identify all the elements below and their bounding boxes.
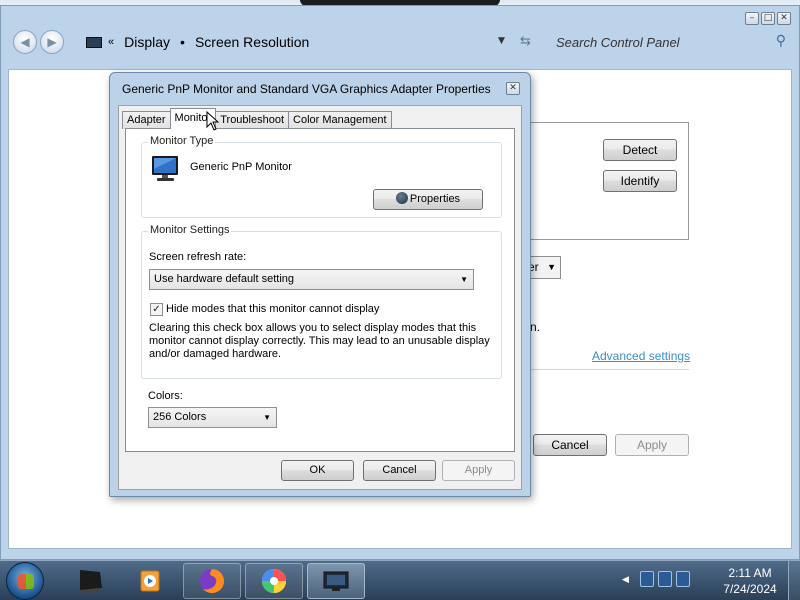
shield-icon: [395, 192, 408, 204]
windows-logo-icon: [18, 574, 34, 589]
cancel-button[interactable]: Cancel: [533, 434, 607, 456]
tab-bar: Adapter Monitor Troubleshoot Color Manag…: [122, 108, 392, 129]
clock[interactable]: 2:11 AM 7/24/2024: [712, 565, 788, 597]
breadcrumb-separator-icon: •: [180, 34, 185, 50]
dialog-title: Generic PnP Monitor and Standard VGA Gra…: [122, 82, 491, 96]
monitor-settings-group: Monitor Settings Screen refresh rate: Us…: [141, 224, 502, 379]
breadcrumb-screen-resolution[interactable]: Screen Resolution: [195, 34, 309, 50]
screen-resolution-icon: [323, 571, 349, 591]
clock-date: 7/24/2024: [723, 582, 777, 596]
cancel-button[interactable]: Cancel: [363, 460, 436, 481]
taskbar-app-color[interactable]: [245, 563, 303, 599]
taskbar: ◀ 2:11 AM 7/24/2024: [0, 560, 800, 600]
hide-modes-checkbox[interactable]: ✓: [150, 303, 163, 316]
monitor-tab-panel: Monitor Type Generic PnP Monitor Propert…: [125, 128, 515, 452]
chevron-left-icon: «: [108, 36, 115, 48]
system-tray: ◀: [618, 561, 718, 600]
monitor-icon: [152, 156, 178, 181]
taskbar-app-screen-resolution[interactable]: [307, 563, 365, 599]
chevron-down-icon: ▼: [460, 275, 468, 284]
firefox-icon: [200, 569, 225, 594]
monitor-app-icon: [80, 570, 102, 593]
advanced-settings-link[interactable]: Advanced settings: [592, 349, 690, 363]
back-button[interactable]: ◀: [13, 30, 37, 54]
ok-button[interactable]: OK: [281, 460, 354, 481]
hide-modes-label[interactable]: Hide modes that this monitor cannot disp…: [166, 303, 379, 315]
colors-label: Colors:: [148, 390, 183, 402]
search-placeholder: Search Control Panel: [556, 35, 680, 50]
refresh-rate-label: Screen refresh rate:: [149, 251, 247, 263]
action-center-icon[interactable]: [640, 571, 654, 587]
tab-troubleshoot[interactable]: Troubleshoot: [215, 111, 290, 129]
properties-dialog: Generic PnP Monitor and Standard VGA Gra…: [109, 72, 531, 497]
partial-text: n.: [530, 320, 541, 334]
search-icon[interactable]: ⚲: [776, 33, 786, 49]
hide-modes-description: Clearing this check box allows you to se…: [149, 322, 490, 360]
breadcrumb-display[interactable]: Display: [124, 34, 170, 50]
tray-expand-icon[interactable]: ◀: [622, 575, 629, 585]
media-player-icon: [140, 570, 160, 592]
display-icon: [86, 36, 102, 48]
chevron-down-icon: ▼: [263, 413, 271, 422]
mouse-cursor-icon: [206, 111, 220, 131]
start-button[interactable]: [6, 562, 44, 600]
colors-value: 256 Colors: [153, 411, 207, 423]
refresh-icon[interactable]: ⇆: [520, 34, 531, 49]
detect-button[interactable]: Detect: [603, 139, 677, 161]
maximize-icon[interactable]: □: [761, 12, 775, 25]
properties-button[interactable]: Properties: [373, 189, 483, 210]
apply-button[interactable]: Apply: [615, 434, 689, 456]
minimize-icon[interactable]: –: [745, 12, 759, 25]
apply-button[interactable]: Apply: [442, 460, 515, 481]
divider: [526, 369, 689, 370]
monitor-type-group: Monitor Type Generic PnP Monitor Propert…: [141, 135, 502, 218]
monitor-type-label: Monitor Type: [148, 135, 216, 147]
tab-color-management[interactable]: Color Management: [288, 111, 392, 129]
taskbar-app-display[interactable]: [62, 563, 120, 599]
network-icon[interactable]: [658, 571, 672, 587]
refresh-rate-select[interactable]: Use hardware default setting ▼: [149, 269, 474, 290]
taskbar-app-firefox[interactable]: [183, 563, 241, 599]
properties-label: Properties: [409, 193, 461, 205]
address-bar: ◀ ▶ « Display • Screen Resolution ▼ ⇆ Se…: [8, 26, 792, 60]
tray-icons: [640, 571, 690, 587]
breadcrumb[interactable]: « Display • Screen Resolution: [86, 30, 526, 54]
colors-select[interactable]: 256 Colors ▼: [148, 407, 277, 428]
tab-adapter[interactable]: Adapter: [122, 111, 171, 129]
taskbar-app-media[interactable]: [122, 563, 180, 599]
close-icon[interactable]: ✕: [506, 82, 520, 95]
chevron-down-icon[interactable]: ▼: [498, 36, 505, 46]
color-wheel-icon: [262, 569, 286, 593]
volume-icon[interactable]: [676, 571, 690, 587]
chevron-down-icon: ▼: [547, 262, 556, 272]
close-icon[interactable]: ✕: [777, 12, 791, 25]
identify-button[interactable]: Identify: [603, 170, 677, 192]
show-desktop-button[interactable]: [788, 561, 800, 600]
clock-time: 2:11 AM: [728, 566, 772, 580]
monitor-name: Generic PnP Monitor: [190, 161, 292, 173]
window-controls: – □ ✕: [745, 12, 791, 25]
search-input[interactable]: Search Control Panel ⚲: [550, 30, 790, 54]
monitor-settings-label: Monitor Settings: [148, 224, 232, 236]
refresh-rate-value: Use hardware default setting: [154, 273, 295, 285]
forward-button[interactable]: ▶: [40, 30, 64, 54]
